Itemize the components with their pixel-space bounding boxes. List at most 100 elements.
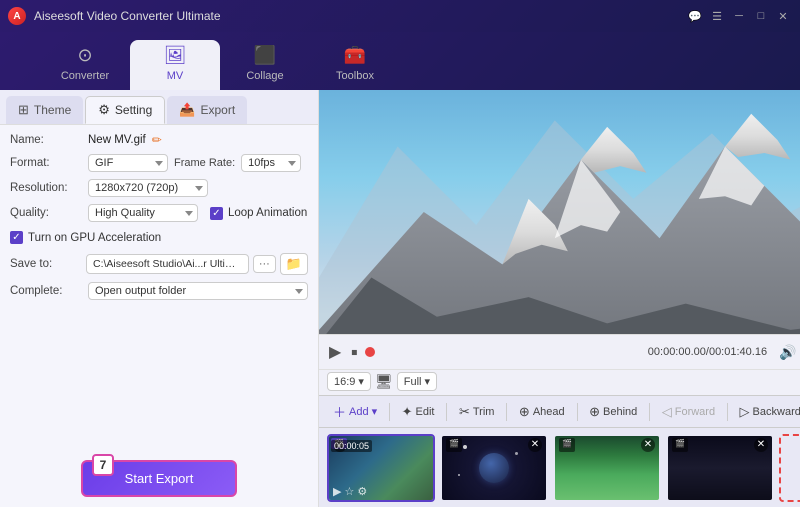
tab-toolbox-label: Toolbox [336,70,374,82]
trim-label: Trim [473,406,495,418]
gpu-row: ✓ Turn on GPU Acceleration [10,229,308,246]
volume-icon[interactable]: 🔊 [779,344,796,361]
name-value: New MV.gif [88,134,146,146]
tab-converter[interactable]: ⊙ Converter [40,40,130,90]
player-controls2: 16:9 ▾ 🖥 Full ▾ [319,369,800,395]
ahead-btn[interactable]: ⊕ Ahead [511,401,573,423]
stop-btn[interactable]: ⏹ [349,343,359,362]
mv-icon: 🖼 [164,45,187,66]
save-to-label: Save to: [10,258,82,270]
close-btn[interactable]: ✕ [774,7,792,25]
record-indicator [365,347,375,357]
backward-label: Backward [753,406,800,418]
play-btn[interactable]: ▶ [327,340,343,364]
film-thumb-3-close[interactable]: ✕ [641,438,655,452]
film-thumb-4[interactable]: 🎬 ✕ [666,434,774,502]
film-scissors-icon-1[interactable]: ⚙ [357,485,367,498]
film-type-2: 🎬 [446,438,462,452]
ahead-label: Ahead [533,406,565,418]
view-mode-select[interactable]: Full ▾ [397,372,437,391]
tab-collage[interactable]: ⬛ Collage [220,40,310,90]
trim-btn[interactable]: ✂ Trim [451,401,503,423]
converter-icon: ⊙ [77,45,92,66]
tab-mv[interactable]: 🖼 MV [130,40,220,90]
export-btn-area: 7 Start Export [0,450,318,507]
add-label: Add [349,406,369,418]
left-panel: ⊞ Theme ⚙ Setting 📤 Export Name: New MV.… [0,90,319,507]
edit-name-icon[interactable]: ✏ [152,133,162,147]
gpu-checkbox[interactable]: ✓ [10,231,23,244]
backward-icon: ▷ [740,404,750,420]
film-thumb-4-overlay: 🎬 ✕ [668,436,772,454]
format-select[interactable]: GIF MP4 AVI MOV [88,154,168,172]
sub-tab-setting[interactable]: ⚙ Setting [85,96,165,124]
export-tab-icon: 📤 [179,102,195,118]
tab-toolbox[interactable]: 🧰 Toolbox [310,40,400,90]
chat-btn[interactable]: 💬 [686,7,704,25]
app-title: Aiseesoft Video Converter Ultimate [34,9,686,23]
title-bar: A Aiseesoft Video Converter Ultimate 💬 ☰… [0,0,800,32]
ratio-value: 16:9 [334,376,355,388]
sub-tab-theme[interactable]: ⊞ Theme [6,96,83,124]
film-thumb-1[interactable]: 🎬 ✕ 00:00:05 ▶ ☆ ⚙ [327,434,435,502]
form-area: Name: New MV.gif ✏ Format: GIF MP4 AVI M… [0,125,318,450]
name-label: Name: [10,134,82,146]
ahead-icon: ⊕ [519,404,530,420]
edit-label: Edit [416,406,435,418]
frame-rate-label: Frame Rate: [174,157,235,169]
browse-dots-btn[interactable]: ··· [253,255,276,273]
tab-collage-label: Collage [246,70,283,82]
quality-label: Quality: [10,207,82,219]
time-display: 00:00:00.00/00:01:40.16 [648,346,767,358]
complete-select[interactable]: Open output folder Do nothing Shut down [88,282,308,300]
behind-btn[interactable]: ⊕ Behind [581,401,645,423]
loop-animation-row: ✓ Loop Animation [210,207,307,220]
sub-tab-setting-label: Setting [115,103,152,117]
minimize-btn[interactable]: ─ [730,7,748,25]
trim-icon: ✂ [459,404,470,420]
film-thumb-2-close[interactable]: ✕ [528,438,542,452]
ratio-select[interactable]: 16:9 ▾ [327,372,371,391]
quality-row: Quality: High Quality Medium Quality Low… [10,204,308,222]
loop-animation-checkbox[interactable]: ✓ [210,207,223,220]
add-btn[interactable]: ＋ Add ▾ [325,399,385,424]
maximize-btn[interactable]: □ [752,7,770,25]
quality-select[interactable]: High Quality Medium Quality Low Quality [88,204,198,222]
film-thumb-4-close[interactable]: ✕ [754,438,768,452]
film-thumb-1-controls: ▶ ☆ ⚙ [333,485,367,498]
frame-rate-select[interactable]: 10fps 15fps 24fps 30fps [241,154,301,172]
resolution-row: Resolution: 1280x720 (720p) 1920x1080 (1… [10,179,308,197]
save-path-input[interactable] [86,254,249,274]
app-logo: A [8,7,26,25]
sub-tab-export[interactable]: 📤 Export [167,96,247,124]
film-thumb-3[interactable]: 🎬 ✕ [553,434,661,502]
add-chevron: ▾ [372,405,378,418]
format-label: Format: [10,157,82,169]
film-thumb-2[interactable]: 🎬 ✕ [440,434,548,502]
film-add-btn[interactable]: + [779,434,800,502]
forward-btn[interactable]: ◁ Forward [654,401,723,423]
film-star-icon-1[interactable]: ☆ [344,485,354,498]
film-thumb-2-overlay: 🎬 ✕ [442,436,546,454]
backward-btn[interactable]: ▷ Backward [732,401,800,423]
video-preview: DISRUP STOCKFOTO [319,90,800,334]
filmstrip: 🎬 ✕ 00:00:05 ▶ ☆ ⚙ [319,427,800,507]
toolbox-icon: 🧰 [344,45,366,66]
ratio-chevron: ▾ [358,375,364,388]
open-folder-btn[interactable]: 📁 [280,253,308,275]
screen-icon: 🖥 [375,373,393,390]
complete-row: Complete: Open output folder Do nothing … [10,282,308,300]
sub-tabs: ⊞ Theme ⚙ Setting 📤 Export [0,90,318,125]
film-type-3: 🎬 [559,438,575,452]
loop-animation-label: Loop Animation [228,207,307,219]
preview-svg [319,90,800,334]
menu-btn[interactable]: ☰ [708,7,726,25]
resolution-select[interactable]: 1280x720 (720p) 1920x1080 (1080p) 854x48… [88,179,208,197]
view-mode-chevron: ▾ [424,375,430,388]
edit-btn[interactable]: ✦ Edit [394,401,443,423]
film-thumb-1-time: 00:00:05 [331,440,372,452]
name-row: Name: New MV.gif ✏ [10,133,308,147]
forward-label: Forward [675,406,715,418]
film-play-icon-1[interactable]: ▶ [333,485,341,498]
forward-icon: ◁ [662,404,672,420]
